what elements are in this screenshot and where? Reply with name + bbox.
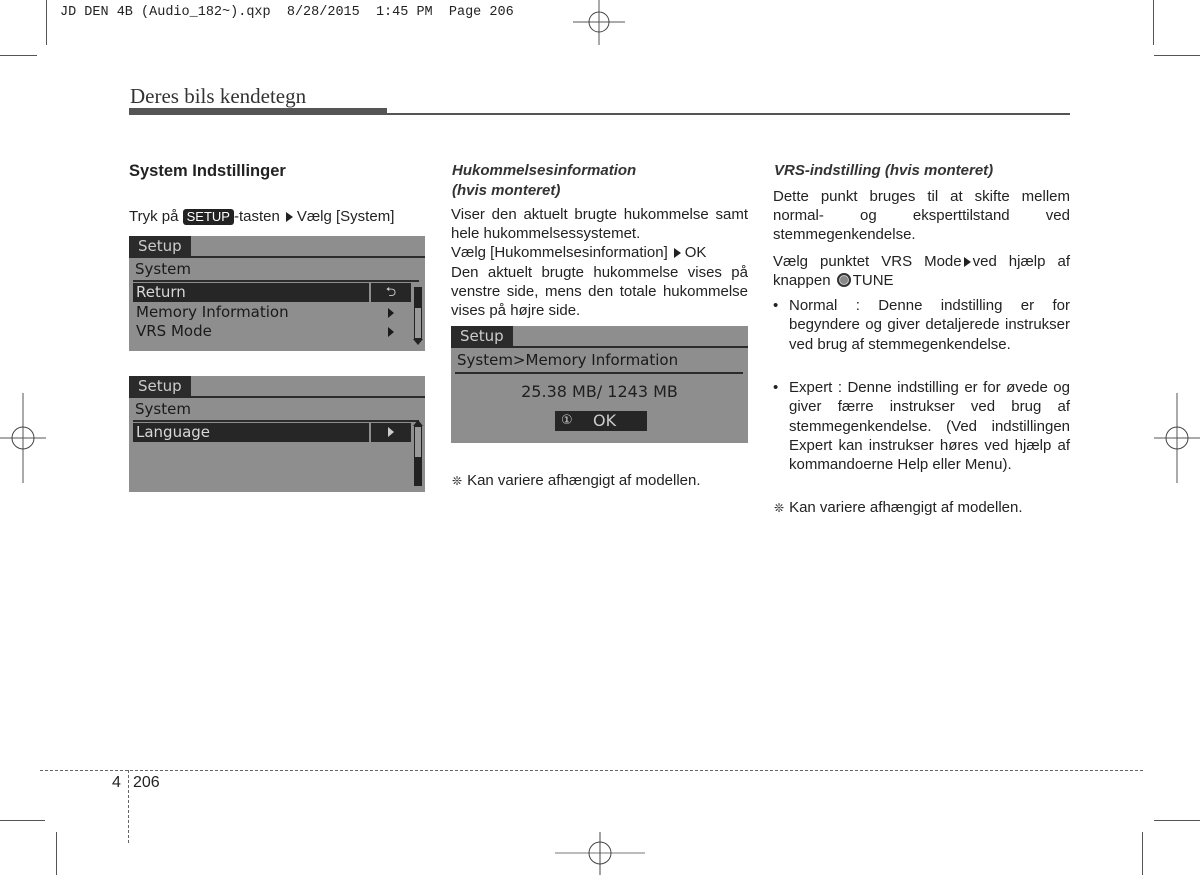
crop-mark bbox=[1142, 832, 1143, 875]
scrollbar[interactable] bbox=[414, 426, 422, 486]
paragraph: Dette punkt bruges til at skifte mellem … bbox=[773, 188, 1070, 243]
menu-item-language[interactable]: Language bbox=[133, 423, 369, 442]
instruction-prefix: Vælg [Hukommelsesinformation] bbox=[451, 244, 668, 261]
header-rule-thick bbox=[129, 108, 387, 115]
instruction-prefix: Tryk på bbox=[129, 208, 179, 225]
divider bbox=[451, 346, 748, 348]
registration-mark-icon bbox=[0, 393, 46, 483]
menu-item-label: VRS Mode bbox=[136, 322, 212, 340]
instruction-mid: -tasten bbox=[233, 208, 280, 225]
crop-mark bbox=[1154, 820, 1200, 821]
ok-button[interactable]: ① OK bbox=[555, 411, 647, 431]
arrow-right-icon bbox=[673, 248, 681, 259]
language-enter-button[interactable] bbox=[371, 423, 411, 442]
bullet-icon: • bbox=[773, 297, 779, 314]
instruction-line: Vælg punktet VRS Mode ved hjælp af knappe… bbox=[773, 252, 1070, 290]
running-header-title: Deres bils kendetegn bbox=[130, 84, 307, 108]
menu-item-label: Language bbox=[136, 423, 211, 441]
setup-key-badge: SETUP bbox=[182, 209, 234, 225]
crop-mark bbox=[1153, 0, 1154, 45]
heading-line: Hukommelsesinformation bbox=[452, 162, 637, 179]
divider bbox=[129, 256, 425, 258]
divider bbox=[133, 280, 419, 282]
footnote: ❊ Kan variere afhængigt af modellen. bbox=[774, 499, 1023, 516]
header-rule-thin bbox=[387, 113, 1070, 115]
footnote: ❊ Kan variere afhængigt af modellen. bbox=[452, 472, 701, 489]
return-button[interactable]: ⮌ bbox=[371, 283, 411, 302]
list-item-text: Normal : Denne indstilling er for begynd… bbox=[789, 297, 1070, 353]
instruction-suffix: OK bbox=[684, 244, 707, 261]
footer-dashed-rule bbox=[40, 770, 1143, 771]
memory-information-screen: Setup System>Memory Information 25.38 MB… bbox=[451, 326, 748, 443]
setup-screen-system: Setup System Return ⮌ Memory Information… bbox=[129, 236, 425, 351]
registration-mark-icon bbox=[1154, 393, 1200, 483]
crop-mark bbox=[1154, 55, 1200, 56]
screen-tab: Setup bbox=[129, 236, 191, 256]
screen-tab: Setup bbox=[129, 376, 191, 396]
ok-label: OK bbox=[593, 411, 617, 430]
asterisk-icon: ❊ bbox=[774, 501, 785, 515]
footer-dashed-divider bbox=[128, 770, 129, 843]
crop-mark bbox=[0, 820, 45, 821]
paragraph: Den aktuelt brugte hukommelse vises på v… bbox=[451, 264, 748, 319]
menu-item-memory-information[interactable]: Memory Information bbox=[133, 303, 369, 322]
instruction-line: Tryk på SETUP -tasten Vælg [System] bbox=[129, 207, 429, 226]
crop-mark bbox=[0, 55, 37, 56]
chevron-right-icon bbox=[388, 427, 394, 437]
section-heading: VRS-indstilling (hvis monteret) bbox=[774, 162, 994, 179]
instruction-suffix: TUNE bbox=[852, 272, 894, 289]
instruction-line: Vælg [Hukommelsesinformation] OK bbox=[451, 243, 748, 262]
arrow-right-icon bbox=[963, 257, 971, 268]
instruction-prefix: Vælg punktet VRS Mode bbox=[773, 253, 962, 270]
screen-subtitle: System bbox=[135, 260, 191, 278]
registration-mark-icon bbox=[573, 0, 625, 45]
screen-subtitle: System>Memory Information bbox=[457, 351, 679, 369]
crop-mark bbox=[46, 0, 47, 45]
chapter-number: 4 bbox=[112, 774, 121, 791]
screen-tab: Setup bbox=[451, 326, 513, 346]
section-heading: Hukommelsesinformation (hvis monteret) bbox=[452, 161, 636, 201]
list-item: • Expert : Denne indstilling er for øved… bbox=[773, 378, 1070, 474]
paragraph: Viser den aktuelt brugte hukommelse samt… bbox=[451, 206, 748, 242]
crop-mark bbox=[56, 832, 57, 875]
menu-item-return[interactable]: Return bbox=[133, 283, 369, 302]
scrollbar-thumb[interactable] bbox=[415, 457, 421, 485]
chevron-right-icon bbox=[388, 308, 394, 318]
scroll-down-arrow-icon bbox=[413, 339, 423, 345]
scrollbar-thumb[interactable] bbox=[415, 288, 421, 308]
return-icon: ⮌ bbox=[385, 285, 397, 300]
menu-item-label: Memory Information bbox=[136, 303, 289, 321]
print-slug: JD DEN 4B (Audio_182~).qxp 8/28/2015 1:4… bbox=[60, 5, 514, 20]
heading-line: (hvis monteret) bbox=[452, 182, 561, 199]
button-one-icon: ① bbox=[561, 413, 573, 428]
section-heading: System Indstillinger bbox=[129, 162, 286, 180]
instruction-suffix: Vælg [System] bbox=[296, 208, 395, 225]
list-item: • Normal : Denne indstilling er for begy… bbox=[773, 296, 1070, 354]
asterisk-icon: ❊ bbox=[452, 474, 463, 488]
registration-mark-icon bbox=[555, 832, 645, 875]
tune-knob-icon bbox=[836, 273, 851, 287]
divider bbox=[133, 420, 419, 422]
bullet-icon: • bbox=[773, 379, 779, 396]
list-item-text: Expert : Denne indstilling er for øvede … bbox=[789, 379, 1070, 474]
menu-item-label: Return bbox=[136, 283, 186, 301]
page-number: 206 bbox=[133, 774, 160, 791]
setup-screen-language: Setup System Language bbox=[129, 376, 425, 492]
screen-subtitle: System bbox=[135, 400, 191, 418]
footnote-text: Kan variere afhængigt af modellen. bbox=[467, 472, 701, 489]
footnote-text: Kan variere afhængigt af modellen. bbox=[789, 499, 1023, 516]
memory-usage-value: 25.38 MB/ 1243 MB bbox=[521, 382, 678, 401]
scrollbar[interactable] bbox=[414, 287, 422, 339]
divider bbox=[455, 372, 743, 374]
arrow-right-icon bbox=[285, 212, 293, 223]
chevron-right-icon bbox=[388, 327, 394, 337]
menu-item-vrs-mode[interactable]: VRS Mode bbox=[133, 322, 369, 341]
divider bbox=[129, 396, 425, 398]
